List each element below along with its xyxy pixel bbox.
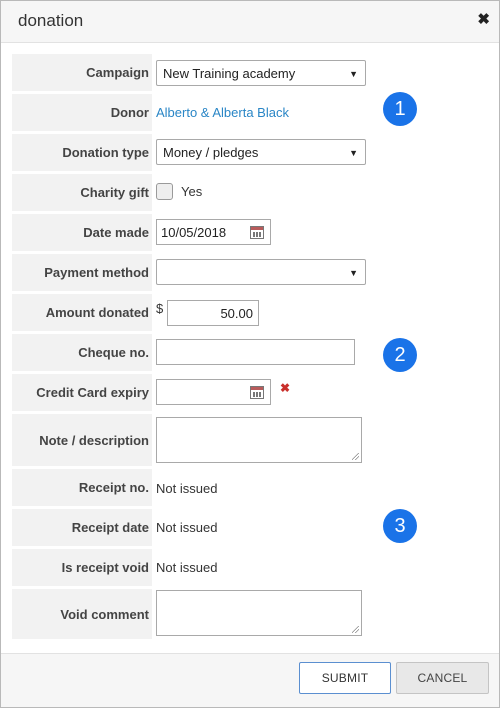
dropdown-arrow-icon: ▼ (349, 69, 358, 79)
amount-donated-label: Amount donated (12, 294, 152, 331)
receipt-void-label: Is receipt void (12, 549, 152, 586)
void-comment-textarea[interactable] (156, 590, 362, 636)
credit-card-expiry-row: Credit Card expiry ✖ (12, 374, 488, 411)
payment-method-row: Payment method ▼ (12, 254, 488, 291)
charity-gift-row: Charity gift Yes (12, 174, 488, 211)
donor-link[interactable]: Alberto & Alberta Black (156, 105, 289, 120)
donation-type-label: Donation type (12, 134, 152, 171)
donation-dialog: donation ✖ Campaign New Training academy… (0, 0, 500, 708)
receipt-date-value: Not issued (156, 520, 218, 535)
dialog-footer: SUBMIT CANCEL (1, 653, 499, 707)
close-icon[interactable]: ✖ (477, 12, 490, 28)
dialog-title: donation (18, 11, 84, 30)
receipt-date-label: Receipt date (12, 509, 152, 546)
dropdown-arrow-icon: ▼ (349, 268, 358, 278)
calendar-icon[interactable] (250, 226, 264, 239)
charity-gift-option-label: Yes (181, 184, 203, 199)
cheque-no-input[interactable] (156, 339, 355, 365)
campaign-select[interactable]: New Training academy ▼ (156, 60, 366, 86)
currency-symbol: $ (156, 301, 164, 316)
note-row: Note / description (12, 414, 488, 466)
donation-type-row: Donation type Money / pledges ▼ (12, 134, 488, 171)
receipt-void-row: Is receipt void Not issued (12, 549, 488, 586)
receipt-no-label: Receipt no. (12, 469, 152, 506)
submit-button[interactable]: SUBMIT (299, 662, 391, 694)
amount-donated-input[interactable]: 50.00 (167, 300, 259, 326)
annotation-badge-2: 2 (383, 338, 417, 372)
cancel-button[interactable]: CANCEL (396, 662, 489, 694)
note-label: Note / description (12, 414, 152, 466)
credit-card-expiry-input[interactable] (156, 379, 271, 405)
resize-grip-icon[interactable] (352, 626, 359, 633)
donation-type-value: Money / pledges (163, 145, 259, 160)
charity-gift-checkbox[interactable] (156, 183, 173, 200)
receipt-no-value: Not issued (156, 481, 218, 496)
date-made-input[interactable]: 10/05/2018 (156, 219, 271, 245)
date-made-value: 10/05/2018 (161, 225, 227, 240)
dialog-header: donation ✖ (1, 1, 499, 43)
resize-grip-icon[interactable] (352, 453, 359, 460)
annotation-badge-1: 1 (383, 92, 417, 126)
payment-method-label: Payment method (12, 254, 152, 291)
calendar-icon[interactable] (250, 386, 264, 399)
annotation-badge-3: 3 (383, 509, 417, 543)
void-comment-label: Void comment (12, 589, 152, 639)
required-error-icon: ✖ (280, 381, 291, 395)
void-comment-row: Void comment (12, 589, 488, 639)
credit-card-expiry-label: Credit Card expiry (12, 374, 152, 411)
amount-donated-value: 50.00 (220, 306, 253, 321)
campaign-row: Campaign New Training academy ▼ (12, 54, 488, 91)
charity-gift-label: Charity gift (12, 174, 152, 211)
receipt-void-value: Not issued (156, 560, 218, 575)
note-textarea[interactable] (156, 417, 362, 463)
date-made-label: Date made (12, 214, 152, 251)
campaign-label: Campaign (12, 54, 152, 91)
payment-method-select[interactable]: ▼ (156, 259, 366, 285)
campaign-value: New Training academy (163, 66, 296, 81)
donation-type-select[interactable]: Money / pledges ▼ (156, 139, 366, 165)
amount-donated-row: Amount donated $ 50.00 (12, 294, 488, 331)
donor-label: Donor (12, 94, 152, 131)
dropdown-arrow-icon: ▼ (349, 148, 358, 158)
cheque-no-label: Cheque no. (12, 334, 152, 371)
receipt-no-row: Receipt no. Not issued (12, 469, 488, 506)
date-made-row: Date made 10/05/2018 (12, 214, 488, 251)
